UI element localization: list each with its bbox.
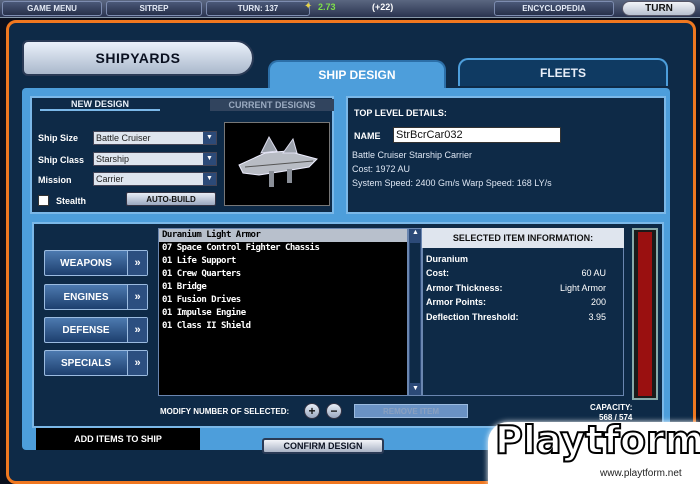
info-value: Light Armor [559,283,606,293]
scroll-down-icon[interactable]: ▼ [412,385,419,392]
list-item[interactable]: Duranium Light Armor [159,229,407,242]
component-list[interactable]: Duranium Light Armor 07 Space Control Fi… [158,228,408,396]
encyclopedia-button[interactable]: ENCYCLOPEDIA [494,1,614,16]
tab-new-design[interactable]: NEW DESIGN [40,99,160,111]
tab-current-designs[interactable]: CURRENT DESIGNS [210,99,334,111]
info-label: Armor Thickness: [426,283,503,293]
info-label: Deflection Threshold: [426,312,519,322]
ship-size-value: Battle Cruiser [96,133,151,143]
ship-class-value: Starship [96,154,130,164]
info-value: 200 [590,297,606,307]
defense-category-button[interactable]: DEFENSE » [44,317,148,343]
credits-delta: (+22) [372,2,394,12]
stealth-label: Stealth [56,196,87,206]
mission-label: Mission [38,175,72,185]
confirm-design-button[interactable]: CONFIRM DESIGN [262,438,384,454]
list-item[interactable]: 01 Bridge [159,281,407,294]
sitrep-button[interactable]: SITREP [106,1,202,16]
weapons-category-button[interactable]: WEAPONS » [44,250,148,276]
remove-item-button[interactable]: REMOVE ITEM [354,404,468,418]
specials-category-button[interactable]: SPECIALS » [44,350,148,376]
scroll-up-icon[interactable]: ▲ [412,229,419,236]
list-item[interactable]: 01 Impulse Engine [159,307,407,320]
watermark-url: www.playtform.net [600,468,682,479]
ship-preview-image [224,122,330,206]
name-label: NAME [354,131,381,141]
info-value: 3.95 [588,312,606,322]
ship-name-input[interactable]: StrBcrCar032 [393,127,561,143]
page-title: SHIPYARDS [22,40,254,76]
selected-item-heading: SELECTED ITEM INFORMATION: [422,228,624,248]
decrease-button[interactable]: − [326,403,342,419]
game-menu-button[interactable]: GAME MENU [2,1,102,16]
credits-icon: ✦ [304,1,313,12]
double-chevron-right-icon: » [127,251,147,275]
weapons-label: WEAPONS [60,257,112,269]
credits-value: 2.73 [318,2,336,12]
double-chevron-right-icon: » [127,351,147,375]
chevron-down-icon: ▼ [203,173,216,185]
add-items-label: ADD ITEMS TO SHIP [36,428,200,450]
list-item[interactable]: 01 Class II Shield [159,320,407,333]
increase-button[interactable]: + [304,403,320,419]
engines-category-button[interactable]: ENGINES » [44,284,148,310]
stealth-checkbox[interactable] [38,195,49,206]
info-label: Armor Points: [426,297,487,307]
top-menu-bar: GAME MENU SITREP TURN: 137 ✦ 2.73 (+22) … [0,0,700,18]
engines-label: ENGINES [63,291,109,303]
tab-ship-design[interactable]: SHIP DESIGN [268,60,446,88]
scroll-thumb[interactable] [410,243,420,383]
auto-build-button[interactable]: AUTO-BUILD [126,192,216,206]
list-item[interactable]: 01 Life Support [159,255,407,268]
ship-size-label: Ship Size [38,133,79,143]
info-label: Cost: [426,268,449,278]
list-item[interactable]: 01 Fusion Drives [159,294,407,307]
list-item[interactable]: 01 Crew Quarters [159,268,407,281]
capacity-label: CAPACITY: [590,403,633,412]
modify-number-label: MODIFY NUMBER OF SELECTED: [160,407,290,416]
ship-size-select[interactable]: Battle Cruiser ▼ [93,131,217,145]
chevron-down-icon: ▼ [203,132,216,144]
double-chevron-right-icon: » [127,318,147,342]
watermark-logo: Playtform [494,417,700,463]
ship-cost: Cost: 1972 AU [352,164,411,174]
ship-class-label: Ship Class [38,155,85,165]
ship-summary: Battle Cruiser Starship Carrier [352,150,473,160]
end-turn-button[interactable]: TURN [622,1,696,16]
double-chevron-right-icon: » [127,285,147,309]
list-scrollbar[interactable]: ▲ ▼ [408,228,422,396]
specials-label: SPECIALS [60,357,111,369]
chevron-down-icon: ▼ [203,153,216,165]
top-level-heading: TOP LEVEL DETAILS: [354,108,447,118]
mission-select[interactable]: Carrier ▼ [93,172,217,186]
capacity-gauge [632,228,658,400]
info-value: 60 AU [581,268,606,278]
tab-fleets[interactable]: FLEETS [458,58,668,86]
ship-speeds: System Speed: 2400 Gm/s Warp Speed: 168 … [352,178,552,188]
selected-item-name: Duranium [426,254,469,264]
turn-counter: TURN: 137 [206,1,310,16]
list-item[interactable]: 07 Space Control Fighter Chassis [159,242,407,255]
ship-class-select[interactable]: Starship ▼ [93,152,217,166]
defense-label: DEFENSE [62,324,110,336]
mission-value: Carrier [96,174,124,184]
capacity-gauge-fill [638,232,652,396]
